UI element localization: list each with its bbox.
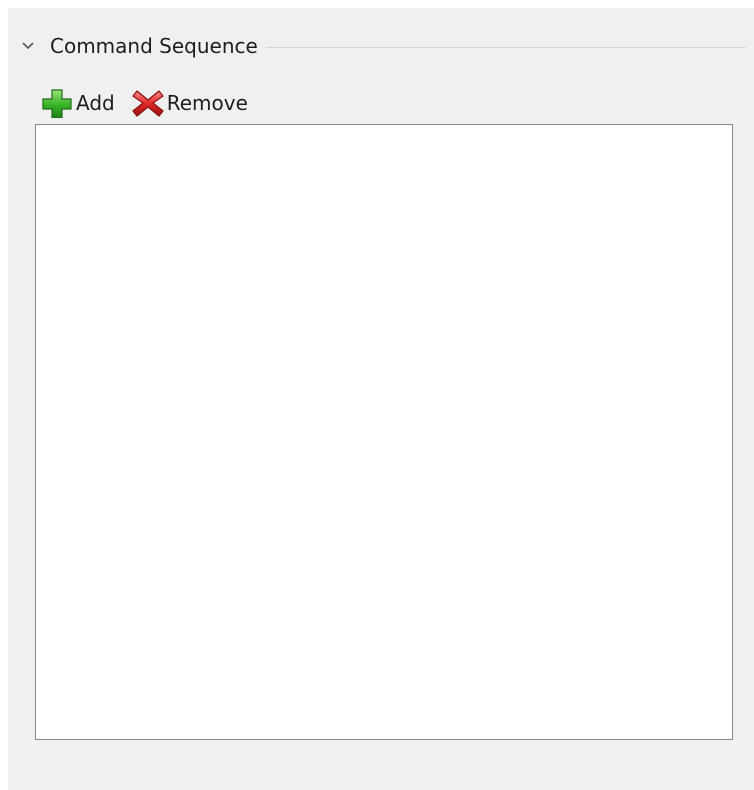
remove-label: Remove	[166, 91, 248, 115]
command-list[interactable]	[35, 124, 733, 740]
command-sequence-panel: Command Sequence Add Remove	[8, 8, 754, 790]
chevron-down-icon[interactable]	[20, 38, 36, 54]
header-divider	[265, 46, 746, 48]
add-icon	[40, 88, 74, 118]
toolbar: Add Remove	[38, 86, 262, 120]
add-button[interactable]: Add	[38, 88, 117, 118]
add-label: Add	[76, 91, 115, 115]
remove-icon	[131, 88, 165, 118]
remove-button[interactable]: Remove	[129, 88, 250, 118]
section-title: Command Sequence	[50, 34, 258, 58]
section-header: Command Sequence	[20, 34, 746, 58]
